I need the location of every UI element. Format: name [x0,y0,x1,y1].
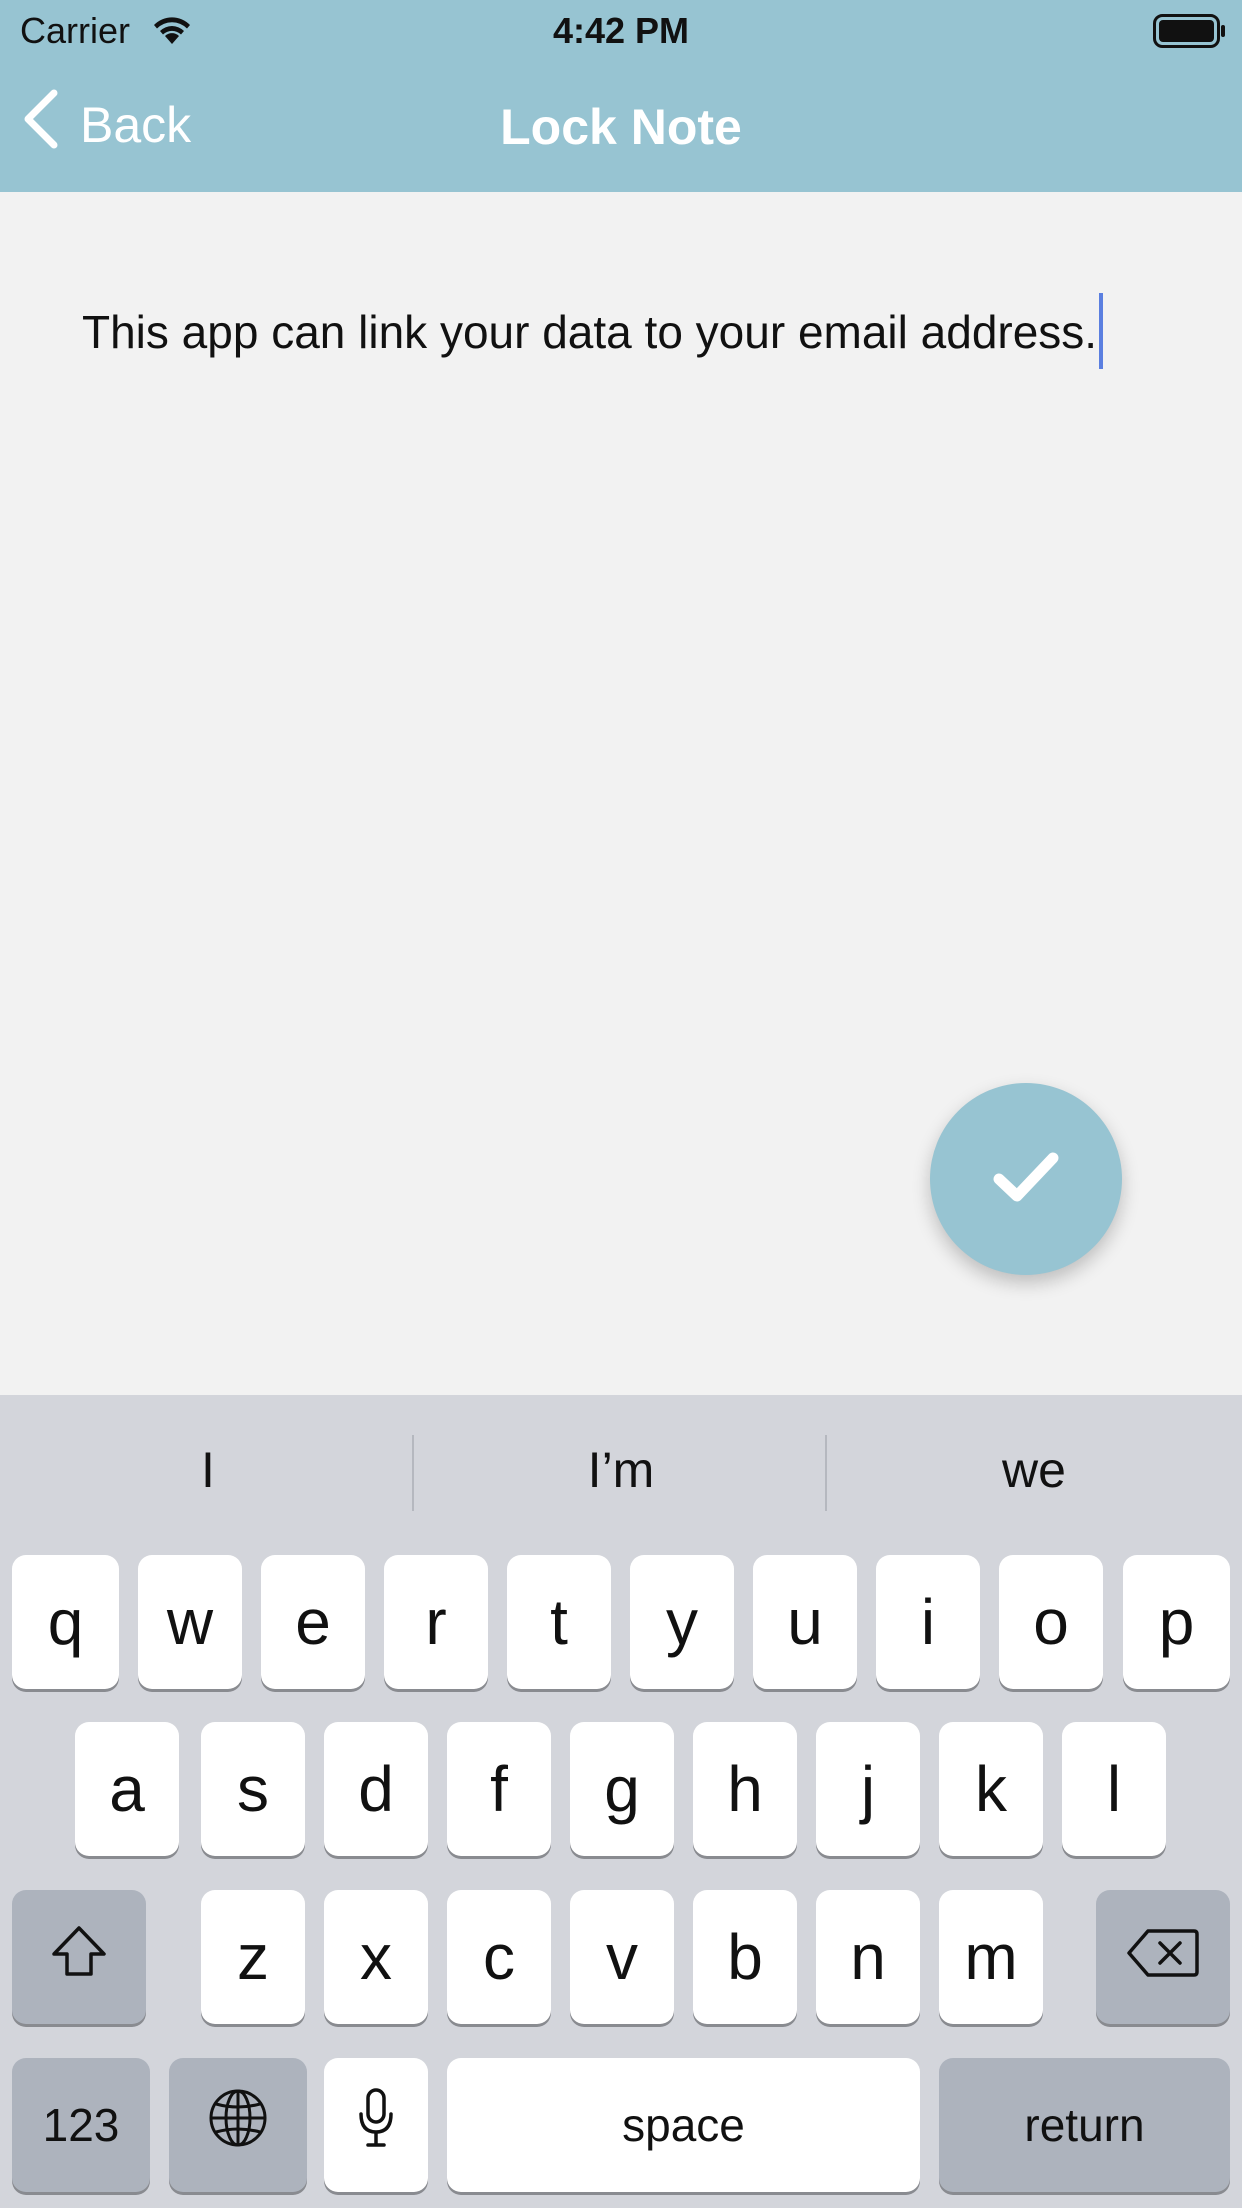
key-l[interactable]: l [1062,1722,1166,1856]
key-w[interactable]: w [138,1555,242,1689]
key-y[interactable]: y [630,1555,734,1689]
key-r[interactable]: r [384,1555,488,1689]
text-caret [1099,292,1104,369]
key-n[interactable]: n [816,1890,920,2024]
key-s[interactable]: s [201,1722,305,1856]
key-z[interactable]: z [201,1890,305,2024]
globe-key[interactable] [169,2058,307,2192]
key-t[interactable]: t [507,1555,611,1689]
shift-icon [49,1920,109,1994]
key-j[interactable]: j [816,1722,920,1856]
key-p[interactable]: p [1123,1555,1230,1689]
shift-key[interactable] [12,1890,146,2024]
suggestion-bar: I I’m we [0,1395,1242,1545]
suggestion-divider [412,1435,414,1511]
backspace-icon [1126,1920,1200,1994]
delete-key[interactable] [1096,1890,1230,2024]
key-d[interactable]: d [324,1722,428,1856]
key-g[interactable]: g [570,1722,674,1856]
key-u[interactable]: u [753,1555,857,1689]
globe-icon [207,2087,269,2164]
status-time: 4:42 PM [552,10,690,51]
page-title: Lock Note [500,99,742,155]
header: Carrier 4:42 PM Back Lock Note [0,0,1242,192]
dictation-key[interactable] [324,2058,428,2192]
key-f[interactable]: f [447,1722,551,1856]
battery-icon [1153,14,1227,53]
key-e[interactable]: e [261,1555,365,1689]
checkmark-icon [991,1149,1061,1210]
status-bar: Carrier 4:42 PM [0,0,1242,60]
numbers-key[interactable]: 123 [12,2058,150,2192]
keyboard: I I’m we q w e r t y u i o p a s d f g h… [0,1395,1242,2208]
save-button[interactable] [930,1083,1122,1275]
key-b[interactable]: b [693,1890,797,2024]
navigation-bar: Back Lock Note [0,60,1242,192]
key-x[interactable]: x [324,1890,428,2024]
space-key[interactable]: space [447,2058,920,2192]
key-i[interactable]: i [876,1555,980,1689]
key-v[interactable]: v [570,1890,674,2024]
suggestion-item[interactable]: I [2,1435,414,1505]
key-c[interactable]: c [447,1890,551,2024]
suggestion-item[interactable]: I’m [415,1435,827,1505]
key-q[interactable]: q [12,1555,119,1689]
key-m[interactable]: m [939,1890,1043,2024]
note-text-field[interactable]: This app can link your data to your emai… [82,292,1182,369]
key-o[interactable]: o [999,1555,1103,1689]
suggestion-divider [825,1435,827,1511]
key-k[interactable]: k [939,1722,1043,1856]
microphone-icon [356,2086,396,2165]
return-key[interactable]: return [939,2058,1230,2192]
suggestion-item[interactable]: we [828,1435,1240,1505]
note-text: This app can link your data to your emai… [82,306,1098,358]
key-a[interactable]: a [75,1722,179,1856]
key-h[interactable]: h [693,1722,797,1856]
